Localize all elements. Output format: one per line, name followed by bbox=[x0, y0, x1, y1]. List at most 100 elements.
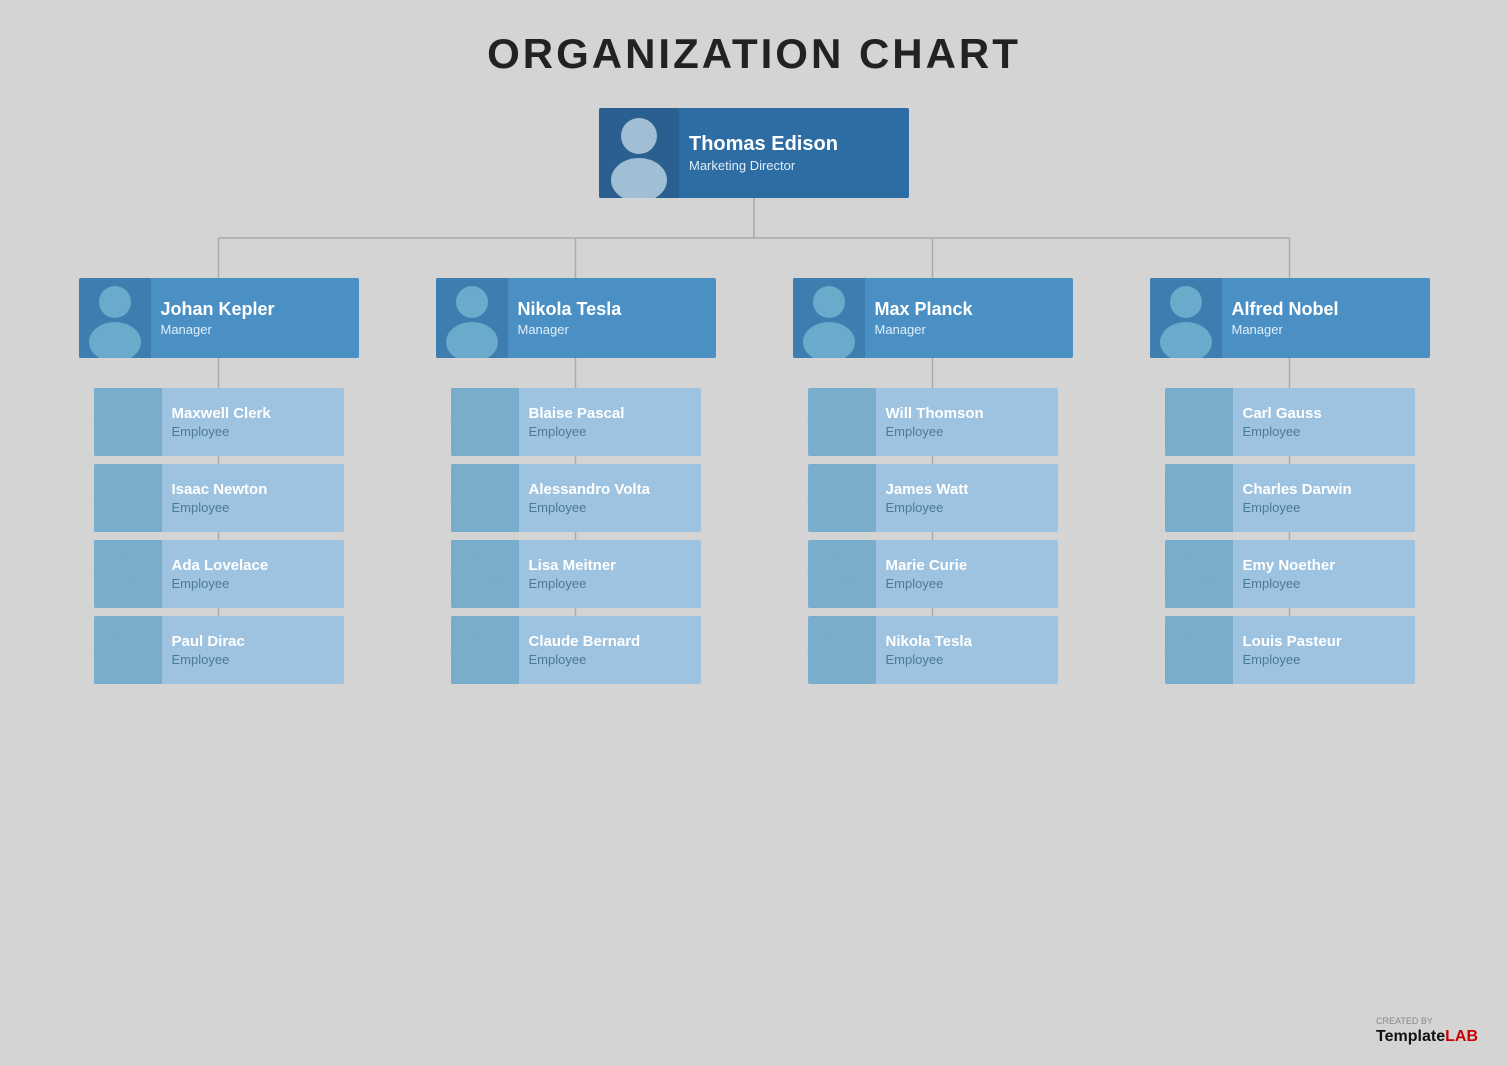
employee-role: Employee bbox=[529, 424, 625, 439]
director-role: Marketing Director bbox=[689, 158, 838, 173]
employee-name: Blaise Pascal bbox=[529, 405, 625, 422]
avatar bbox=[808, 464, 876, 532]
employee-name: Carl Gauss bbox=[1243, 405, 1322, 422]
director-row: Thomas Edison Marketing Director bbox=[40, 108, 1468, 198]
employee-card-1-1: Alessandro Volta Employee bbox=[451, 464, 701, 532]
employee-role: Employee bbox=[1243, 424, 1322, 439]
employee-card-0-0: Maxwell Clerk Employee bbox=[94, 388, 344, 456]
employee-role: Employee bbox=[172, 576, 269, 591]
manager-role-1: Manager bbox=[518, 322, 622, 337]
avatar bbox=[94, 540, 162, 608]
employee-card-3-2: Emy Noether Employee bbox=[1165, 540, 1415, 608]
director-name: Thomas Edison bbox=[689, 133, 838, 156]
avatar bbox=[1165, 464, 1233, 532]
manager-col-1: Nikola Tesla Manager Blaise Pascal Emplo… bbox=[441, 278, 711, 684]
employee-role: Employee bbox=[886, 424, 984, 439]
avatar bbox=[808, 540, 876, 608]
page-title: ORGANIZATION CHART bbox=[40, 30, 1468, 78]
employee-card-0-1: Isaac Newton Employee bbox=[94, 464, 344, 532]
manager-card-1: Nikola Tesla Manager bbox=[436, 278, 716, 358]
managers-row: Johan Kepler Manager Maxwell Clerk Emplo… bbox=[40, 278, 1468, 684]
avatar bbox=[793, 278, 865, 358]
employee-role: Employee bbox=[1243, 576, 1336, 591]
footer: CREATED BY TemplateLAB bbox=[1376, 1016, 1478, 1046]
manager-col-2: Max Planck Manager Will Thomson Employee bbox=[798, 278, 1068, 684]
employee-role: Employee bbox=[172, 500, 268, 515]
employee-role: Employee bbox=[529, 652, 641, 667]
manager-card-2: Max Planck Manager bbox=[793, 278, 1073, 358]
employee-card-2-3: Nikola Tesla Employee bbox=[808, 616, 1058, 684]
employee-name: Isaac Newton bbox=[172, 481, 268, 498]
employee-card-3-1: Charles Darwin Employee bbox=[1165, 464, 1415, 532]
avatar bbox=[79, 278, 151, 358]
manager-role-0: Manager bbox=[161, 322, 275, 337]
manager-card-3: Alfred Nobel Manager bbox=[1150, 278, 1430, 358]
employee-name: Alessandro Volta bbox=[529, 481, 650, 498]
employee-card-0-2: Ada Lovelace Employee bbox=[94, 540, 344, 608]
manager-col-3: Alfred Nobel Manager Carl Gauss Employee bbox=[1155, 278, 1425, 684]
avatar bbox=[451, 540, 519, 608]
org-chart: Thomas Edison Marketing Director bbox=[40, 108, 1468, 684]
employee-card-2-1: James Watt Employee bbox=[808, 464, 1058, 532]
employee-card-2-0: Will Thomson Employee bbox=[808, 388, 1058, 456]
employee-role: Employee bbox=[172, 424, 271, 439]
employee-role: Employee bbox=[886, 500, 969, 515]
avatar bbox=[1165, 388, 1233, 456]
employee-name: Paul Dirac bbox=[172, 633, 245, 650]
manager-name-3: Alfred Nobel bbox=[1232, 299, 1339, 320]
employee-role: Employee bbox=[1243, 500, 1352, 515]
employee-role: Employee bbox=[529, 500, 650, 515]
employee-card-2-2: Marie Curie Employee bbox=[808, 540, 1058, 608]
employee-card-1-2: Lisa Meitner Employee bbox=[451, 540, 701, 608]
employee-role: Employee bbox=[172, 652, 245, 667]
manager-card-0: Johan Kepler Manager bbox=[79, 278, 359, 358]
employee-name: Will Thomson bbox=[886, 405, 984, 422]
avatar bbox=[436, 278, 508, 358]
avatar bbox=[1165, 616, 1233, 684]
avatar bbox=[451, 616, 519, 684]
footer-brand1: Template bbox=[1376, 1028, 1445, 1045]
card-info: Thomas Edison Marketing Director bbox=[679, 127, 848, 179]
employees-col-2: Will Thomson Employee James Watt Employe… bbox=[808, 388, 1058, 684]
manager-role-3: Manager bbox=[1232, 322, 1339, 337]
avatar bbox=[451, 388, 519, 456]
avatar bbox=[1165, 540, 1233, 608]
manager-name-1: Nikola Tesla bbox=[518, 299, 622, 320]
footer-brand2: LAB bbox=[1445, 1028, 1478, 1045]
manager-name-0: Johan Kepler bbox=[161, 299, 275, 320]
employee-name: Charles Darwin bbox=[1243, 481, 1352, 498]
employees-col-3: Carl Gauss Employee Charles Darwin Emplo… bbox=[1165, 388, 1415, 684]
footer-created: CREATED BY bbox=[1376, 1016, 1478, 1026]
avatar bbox=[808, 388, 876, 456]
avatar bbox=[94, 388, 162, 456]
employee-card-0-3: Paul Dirac Employee bbox=[94, 616, 344, 684]
avatar bbox=[94, 616, 162, 684]
employee-role: Employee bbox=[886, 652, 972, 667]
avatar bbox=[1150, 278, 1222, 358]
employee-name: James Watt bbox=[886, 481, 969, 498]
manager-name-2: Max Planck bbox=[875, 299, 973, 320]
page: ORGANIZATION CHART Thomas Edison Marketi… bbox=[0, 0, 1508, 1066]
employee-name: Claude Bernard bbox=[529, 633, 641, 650]
employee-name: Nikola Tesla bbox=[886, 633, 972, 650]
avatar bbox=[94, 464, 162, 532]
avatar bbox=[599, 108, 679, 198]
avatar bbox=[451, 464, 519, 532]
employee-role: Employee bbox=[529, 576, 617, 591]
employee-card-3-0: Carl Gauss Employee bbox=[1165, 388, 1415, 456]
employee-card-1-3: Claude Bernard Employee bbox=[451, 616, 701, 684]
employee-name: Marie Curie bbox=[886, 557, 968, 574]
employee-name: Ada Lovelace bbox=[172, 557, 269, 574]
employee-name: Emy Noether bbox=[1243, 557, 1336, 574]
employees-col-1: Blaise Pascal Employee Alessandro Volta … bbox=[451, 388, 701, 684]
employee-role: Employee bbox=[1243, 652, 1342, 667]
employee-name: Maxwell Clerk bbox=[172, 405, 271, 422]
employee-card-3-3: Louis Pasteur Employee bbox=[1165, 616, 1415, 684]
employee-name: Lisa Meitner bbox=[529, 557, 617, 574]
manager-role-2: Manager bbox=[875, 322, 973, 337]
director-card: Thomas Edison Marketing Director bbox=[599, 108, 909, 198]
employee-card-1-0: Blaise Pascal Employee bbox=[451, 388, 701, 456]
employee-name: Louis Pasteur bbox=[1243, 633, 1342, 650]
employee-role: Employee bbox=[886, 576, 968, 591]
employees-col-0: Maxwell Clerk Employee Isaac Newton Empl… bbox=[94, 388, 344, 684]
